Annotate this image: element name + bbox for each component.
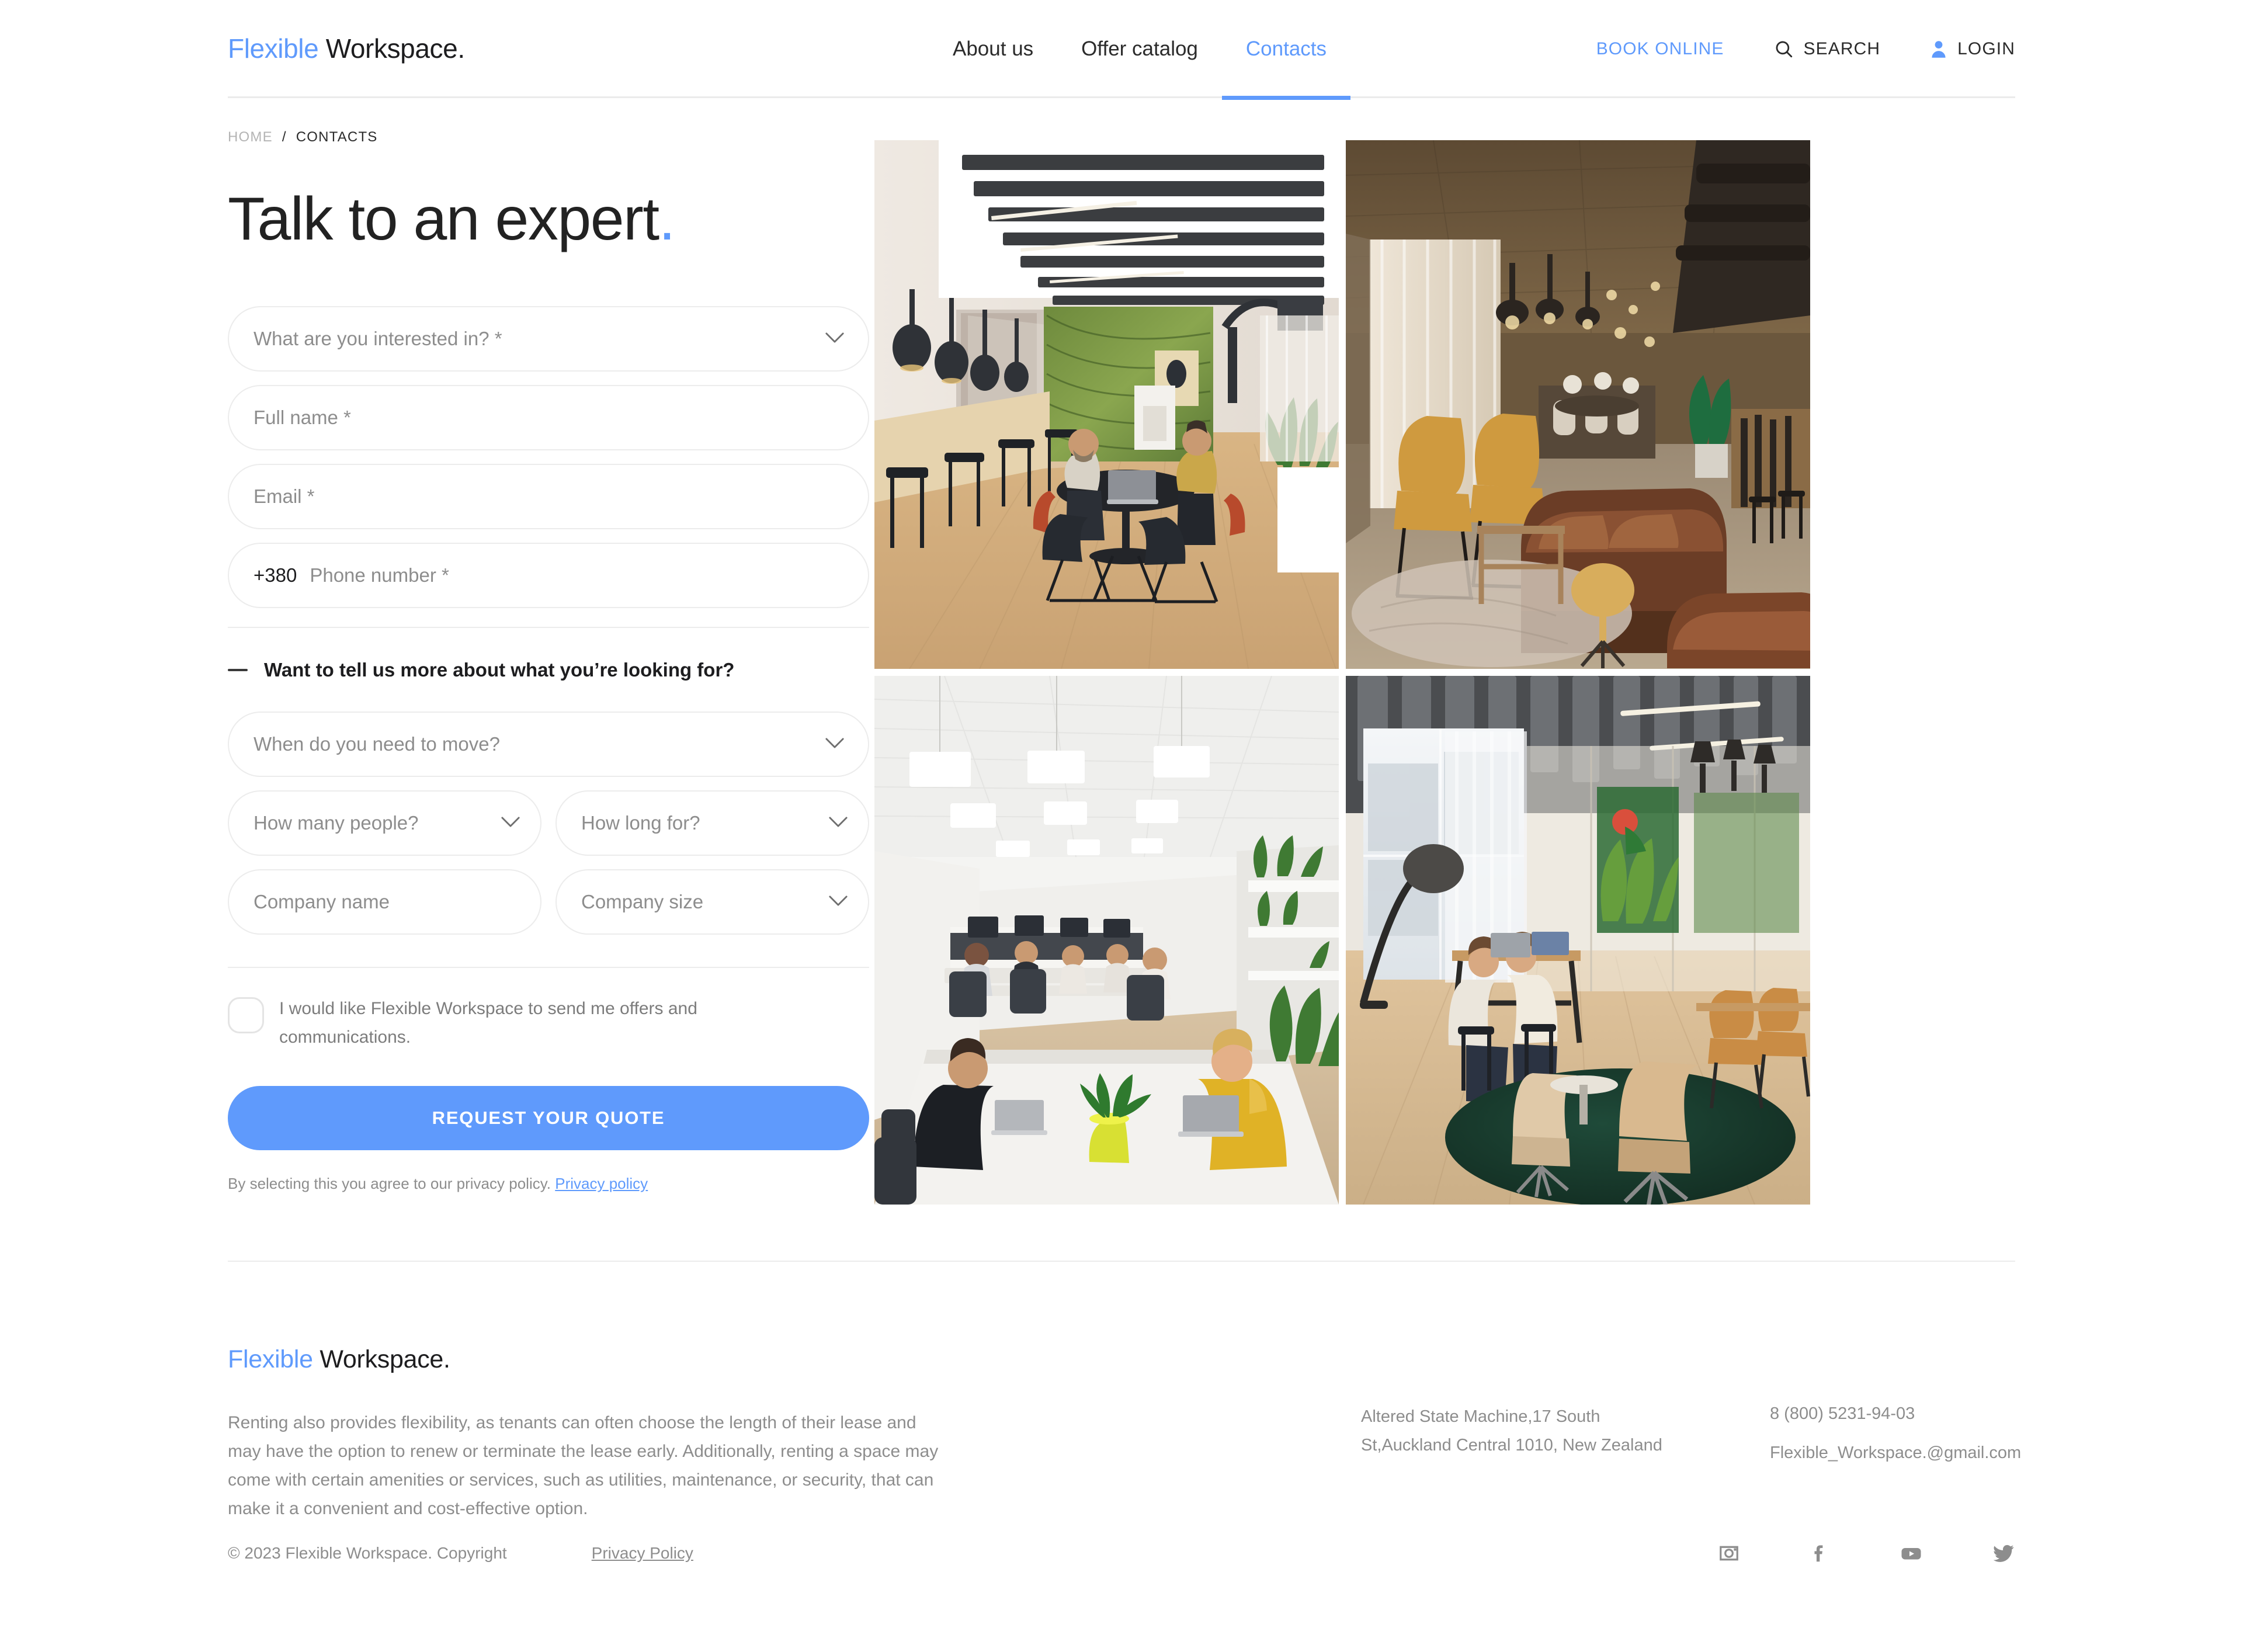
footer-email[interactable]: Flexible_Workspace.@gmail.com <box>1770 1439 2097 1467</box>
marketing-consent[interactable]: I would like Flexible Workspace to send … <box>228 995 869 1052</box>
twitter-icon[interactable] <box>1992 1542 2015 1564</box>
address-line-2: St,Auckland Central 1010, New Zealand <box>1361 1436 1662 1455</box>
gallery-photo-open-plan-office[interactable] <box>874 676 1339 1205</box>
breadcrumb-home[interactable]: HOME <box>228 129 273 145</box>
phone-country-prefix: +380 <box>254 564 297 586</box>
people-count-label: How many people? <box>254 812 419 834</box>
gallery-photo-coworking-baffles[interactable] <box>874 140 1339 669</box>
interest-select-label: What are you interested in? * <box>254 328 502 349</box>
company-name-field[interactable]: Company name <box>228 869 541 935</box>
footer-brand-rest: Workspace <box>313 1345 444 1373</box>
chevron-down-icon <box>501 816 520 831</box>
move-date-select[interactable]: When do you need to move? <box>228 712 869 777</box>
breadcrumb-separator: / <box>282 129 287 145</box>
email-field[interactable]: Email * <box>228 464 869 529</box>
footer-address: Altered State Machine,17 South St,Auckla… <box>1361 1403 1688 1460</box>
contact-form: What are you interested in? * Full name … <box>228 306 869 1193</box>
chevron-down-icon <box>825 332 845 346</box>
page-root: Flexible Workspace. About us Offer catal… <box>0 0 2243 1652</box>
login-label: LOGIN <box>1957 39 2015 58</box>
email-placeholder: Email * <box>254 485 315 507</box>
fullname-field[interactable]: Full name * <box>228 385 869 450</box>
photo-gallery <box>874 140 1810 1221</box>
more-details-toggle[interactable]: Want to tell us more about what you’re l… <box>228 659 869 681</box>
duration-select[interactable]: How long for? <box>555 790 869 856</box>
fullname-placeholder: Full name * <box>254 407 351 428</box>
address-line-1: Altered State Machine,17 South <box>1361 1407 1600 1426</box>
main-navigation: About us Offer catalog Contacts <box>929 0 1351 100</box>
user-icon <box>1930 40 1947 58</box>
footer-brand-dot: . <box>443 1345 450 1373</box>
form-row-people-duration: How many people? How long for? <box>228 790 869 869</box>
brand-logo[interactable]: Flexible Workspace. <box>228 33 465 64</box>
site-footer: Flexible Workspace. Renting also provide… <box>228 1261 2021 1523</box>
consent-label: I would like Flexible Workspace to send … <box>279 999 697 1047</box>
social-links <box>1718 1542 2015 1564</box>
brand-logo-rest: Workspace <box>318 33 458 64</box>
more-details-label: Want to tell us more about what you’re l… <box>264 659 735 681</box>
search-button[interactable]: SEARCH <box>1774 39 1881 59</box>
nav-item-label: Offer catalog <box>1081 37 1198 60</box>
privacy-note: By selecting this you agree to our priva… <box>228 1175 869 1193</box>
chevron-down-icon <box>828 895 848 910</box>
page-title-text: Talk to an expert <box>228 185 659 253</box>
nav-item-label: About us <box>953 37 1034 60</box>
footer-contact: 8 (800) 5231-94-03 Flexible_Workspace.@g… <box>1770 1400 2097 1468</box>
brand-logo-dot: . <box>457 33 465 64</box>
gallery-photo-green-rug-lounge[interactable] <box>1346 676 1810 1205</box>
book-online-button[interactable]: BOOK ONLINE <box>1596 39 1724 59</box>
company-name-placeholder: Company name <box>254 891 390 912</box>
interest-select[interactable]: What are you interested in? * <box>228 306 869 372</box>
search-icon <box>1774 39 1794 59</box>
chevron-down-icon <box>828 816 848 831</box>
move-date-label: When do you need to move? <box>254 733 500 755</box>
nav-item-offer-catalog[interactable]: Offer catalog <box>1057 0 1222 98</box>
facebook-icon[interactable] <box>1808 1542 1831 1564</box>
phone-placeholder: Phone number * <box>310 564 449 586</box>
phone-field[interactable]: +380 Phone number * <box>228 543 869 608</box>
instagram-icon[interactable] <box>1718 1542 1740 1564</box>
chevron-down-icon <box>825 737 845 752</box>
consent-checkbox[interactable] <box>228 997 264 1033</box>
footer-description: Renting also provides flexibility, as te… <box>228 1413 939 1518</box>
nav-item-about-us[interactable]: About us <box>929 0 1057 98</box>
search-label: SEARCH <box>1803 39 1881 58</box>
footer-bottom-bar: © 2023 Flexible Workspace. Copyright Pri… <box>228 1542 2015 1564</box>
header-actions: BOOK ONLINE SEARCH LOGIN <box>1596 0 2015 98</box>
site-header: Flexible Workspace. About us Offer catal… <box>228 0 2015 100</box>
login-button[interactable]: LOGIN <box>1930 39 2015 59</box>
form-row-company: Company name Company size <box>228 869 869 948</box>
privacy-policy-link[interactable]: Privacy policy <box>555 1175 648 1192</box>
breadcrumb: HOME / CONTACTS <box>228 98 2015 145</box>
page-title-dot: . <box>658 185 676 253</box>
gallery-photo-warm-lounge[interactable] <box>1346 140 1810 669</box>
form-divider <box>228 627 869 628</box>
footer-brand-accent: Flexible <box>228 1345 313 1373</box>
footer-brand-logo[interactable]: Flexible Workspace. <box>228 1345 2015 1374</box>
copyright-text: © 2023 Flexible Workspace. Copyright <box>228 1544 507 1562</box>
request-quote-button[interactable]: REQUEST YOUR QUOTE <box>228 1085 869 1150</box>
nav-item-contacts[interactable]: Contacts <box>1221 0 1351 100</box>
company-size-select[interactable]: Company size <box>555 869 869 935</box>
consent-divider <box>228 967 869 968</box>
minus-icon <box>228 669 248 671</box>
people-count-select[interactable]: How many people? <box>228 790 541 856</box>
brand-logo-accent: Flexible <box>228 33 319 64</box>
breadcrumb-current: CONTACTS <box>296 129 378 145</box>
duration-label: How long for? <box>581 812 700 834</box>
privacy-note-text: By selecting this you agree to our priva… <box>228 1174 551 1192</box>
footer-privacy-policy-link[interactable]: Privacy Policy <box>592 1544 693 1563</box>
footer-phone[interactable]: 8 (800) 5231-94-03 <box>1770 1400 2097 1428</box>
company-size-label: Company size <box>581 891 704 912</box>
youtube-icon[interactable] <box>1899 1542 1923 1564</box>
nav-item-label: Contacts <box>1245 37 1327 60</box>
